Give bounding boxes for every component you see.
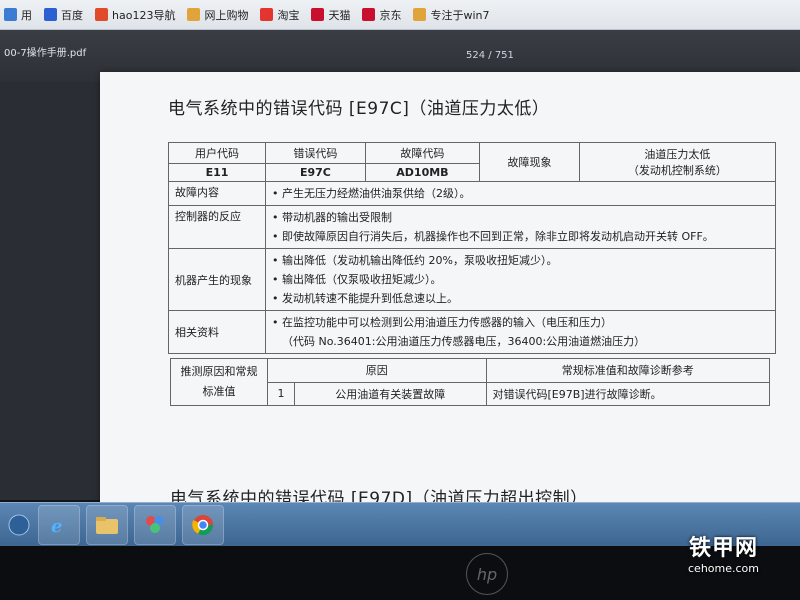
chrome-icon[interactable] [182,505,224,545]
row-content: • 带动机器的输出受限制 • 即使故障原因自行消失后，机器操作也不回到正常，除非… [265,205,776,249]
app-icon [4,8,17,21]
bullet-item: • 即使故障原因自行消失后，机器操作也不回到正常，除非立即将发动机启动开关转 O… [272,230,714,243]
bookmark-tmall[interactable]: 天猫 [311,7,350,23]
bullet-item: • 在监控功能中可以检测到公用油道压力传感器的输入（电压和压力） [272,316,612,329]
site-watermark: 铁甲网 cehome.com [688,530,759,575]
bookmark-label: 百度 [61,8,83,22]
taskbar: e [0,502,800,547]
bullet-item: • 输出降低（发动机输出降低约 20%，泵吸收扭矩减少）。 [272,254,558,267]
bookmark-label: 天猫 [328,8,351,22]
row-cause: 公用油道有关装置故障 [294,381,487,406]
bullet-item: • 发动机转速不能提升到低怠速以上。 [272,292,458,305]
watermark-sub: cehome.com [688,562,759,575]
hao123-icon [95,8,108,21]
error-code-label: 错误代码 [265,142,366,164]
table-row: 相关资料 • 在监控功能中可以检测到公用油道压力传感器的输入（电压和压力） （代… [168,310,776,354]
bullet-item: • 带动机器的输出受限制 [272,211,392,224]
bookmark-label: 淘宝 [277,8,300,22]
hp-logo: hp [466,553,508,595]
error-code-value: E97C [265,163,366,182]
bookmark-taobao[interactable]: 淘宝 [260,7,299,23]
fault-code-value: AD10MB [364,163,481,182]
bookmark-label: 用 [21,8,32,22]
row-content: • 产生无压力经燃油供油泵供给（2级）。 [265,181,776,206]
table-row: 机器产生的现象 • 输出降低（发动机输出降低约 20%，泵吸收扭矩减少）。 • … [168,248,776,311]
taobao-icon [260,8,274,21]
watermark-main: 铁甲网 [688,536,758,561]
start-orb[interactable] [6,506,32,544]
fault-code-label: 故障代码 [364,142,481,164]
baidu-icon [44,8,57,21]
row-label: 控制器的反应 [168,205,266,249]
monitor-bezel [0,546,800,600]
fault-phenomenon-label: 故障现象 [479,142,580,182]
explorer-icon[interactable] [86,505,128,545]
bookmark-label: 京东 [379,8,402,22]
error-code-table: 用户代码 错误代码 故障代码 故障现象 油道压力太低 （发动机控制系统） E11… [168,142,777,354]
cause-header-left: 推测原因和常规 标准值 [170,358,268,406]
bookmark-win7[interactable]: 专注于win7 [413,7,489,23]
row-number: 1 [267,381,295,406]
bookmarks-bar: 用 百度 hao123导航 网上购物 淘宝 天猫 京东 专注于win7 [0,0,800,30]
phenomenon-line2: （发动机控制系统） [627,164,727,177]
row-content: • 在监控功能中可以检测到公用油道压力传感器的输入（电压和压力） （代码 No.… [265,310,776,354]
bookmark-baidu[interactable]: 百度 [44,7,83,23]
bullet-item: （代码 No.36401:公用油道压力传感器电压，36400:公用油道燃油压力） [282,335,646,348]
row-reference: 对错误代码[E97B]进行故障诊断。 [485,381,770,406]
row-label: 相关资料 [168,310,266,354]
bookmark-app[interactable]: 用 [4,7,32,23]
pdf-page: 电气系统中的错误代码 [E97C]（油道压力太低） 用户代码 错误代码 故障代码… [100,72,800,512]
user-code-value: E11 [168,163,266,182]
reference-header: 常规标准值和故障诊断参考 [485,358,770,383]
row-label: 故障内容 [168,181,266,206]
bullet-item: • 输出降低（仅泵吸收扭矩减少）。 [272,273,442,286]
fault-phenomenon-value: 油道压力太低 （发动机控制系统） [578,142,777,182]
row-label: 机器产生的现象 [168,248,266,311]
folder-icon [187,8,201,21]
page-indicator[interactable]: 524 / 751 [466,50,514,61]
row-content: • 输出降低（发动机输出降低约 20%，泵吸收扭矩减少）。 • 输出降低（仅泵吸… [265,248,776,311]
table-row: 故障内容 • 产生无压力经燃油供油泵供给（2级）。 [168,181,776,206]
pdf-filename: 00-7操作手册.pdf [4,48,87,59]
bullet-item: • 产生无压力经燃油供油泵供给（2级）。 [272,187,471,200]
bookmark-label: 专注于win7 [430,8,490,22]
phenomenon-line1: 油道压力太低 [644,148,711,161]
cause-header: 原因 [267,358,487,383]
folder-icon [413,8,427,21]
jd-icon [362,8,376,21]
bookmark-hao123[interactable]: hao123导航 [95,7,175,23]
table-header-row: 用户代码 错误代码 故障代码 故障现象 油道压力太低 （发动机控制系统） [168,142,777,182]
ie-icon[interactable]: e [38,505,80,545]
bookmark-label: hao123导航 [112,8,176,22]
cause-table: 推测原因和常规 标准值 原因 常规标准值和故障诊断参考 1 公用油道有关装置故障… [170,358,770,406]
tmall-icon [311,8,325,21]
page-title: 电气系统中的错误代码 [E97C]（油道压力太低） [168,99,550,119]
table-row: 控制器的反应 • 带动机器的输出受限制 • 即使故障原因自行消失后，机器操作也不… [168,205,776,249]
bookmark-label: 网上购物 [204,8,249,22]
paint-icon[interactable] [134,505,176,545]
bookmark-jd[interactable]: 京东 [362,7,401,23]
svg-text:e: e [51,516,62,537]
table-row: 推测原因和常规 标准值 原因 常规标准值和故障诊断参考 [170,358,770,406]
bookmark-shopping[interactable]: 网上购物 [187,7,248,23]
pdf-side-panel [0,82,100,500]
user-code-label: 用户代码 [168,142,266,164]
